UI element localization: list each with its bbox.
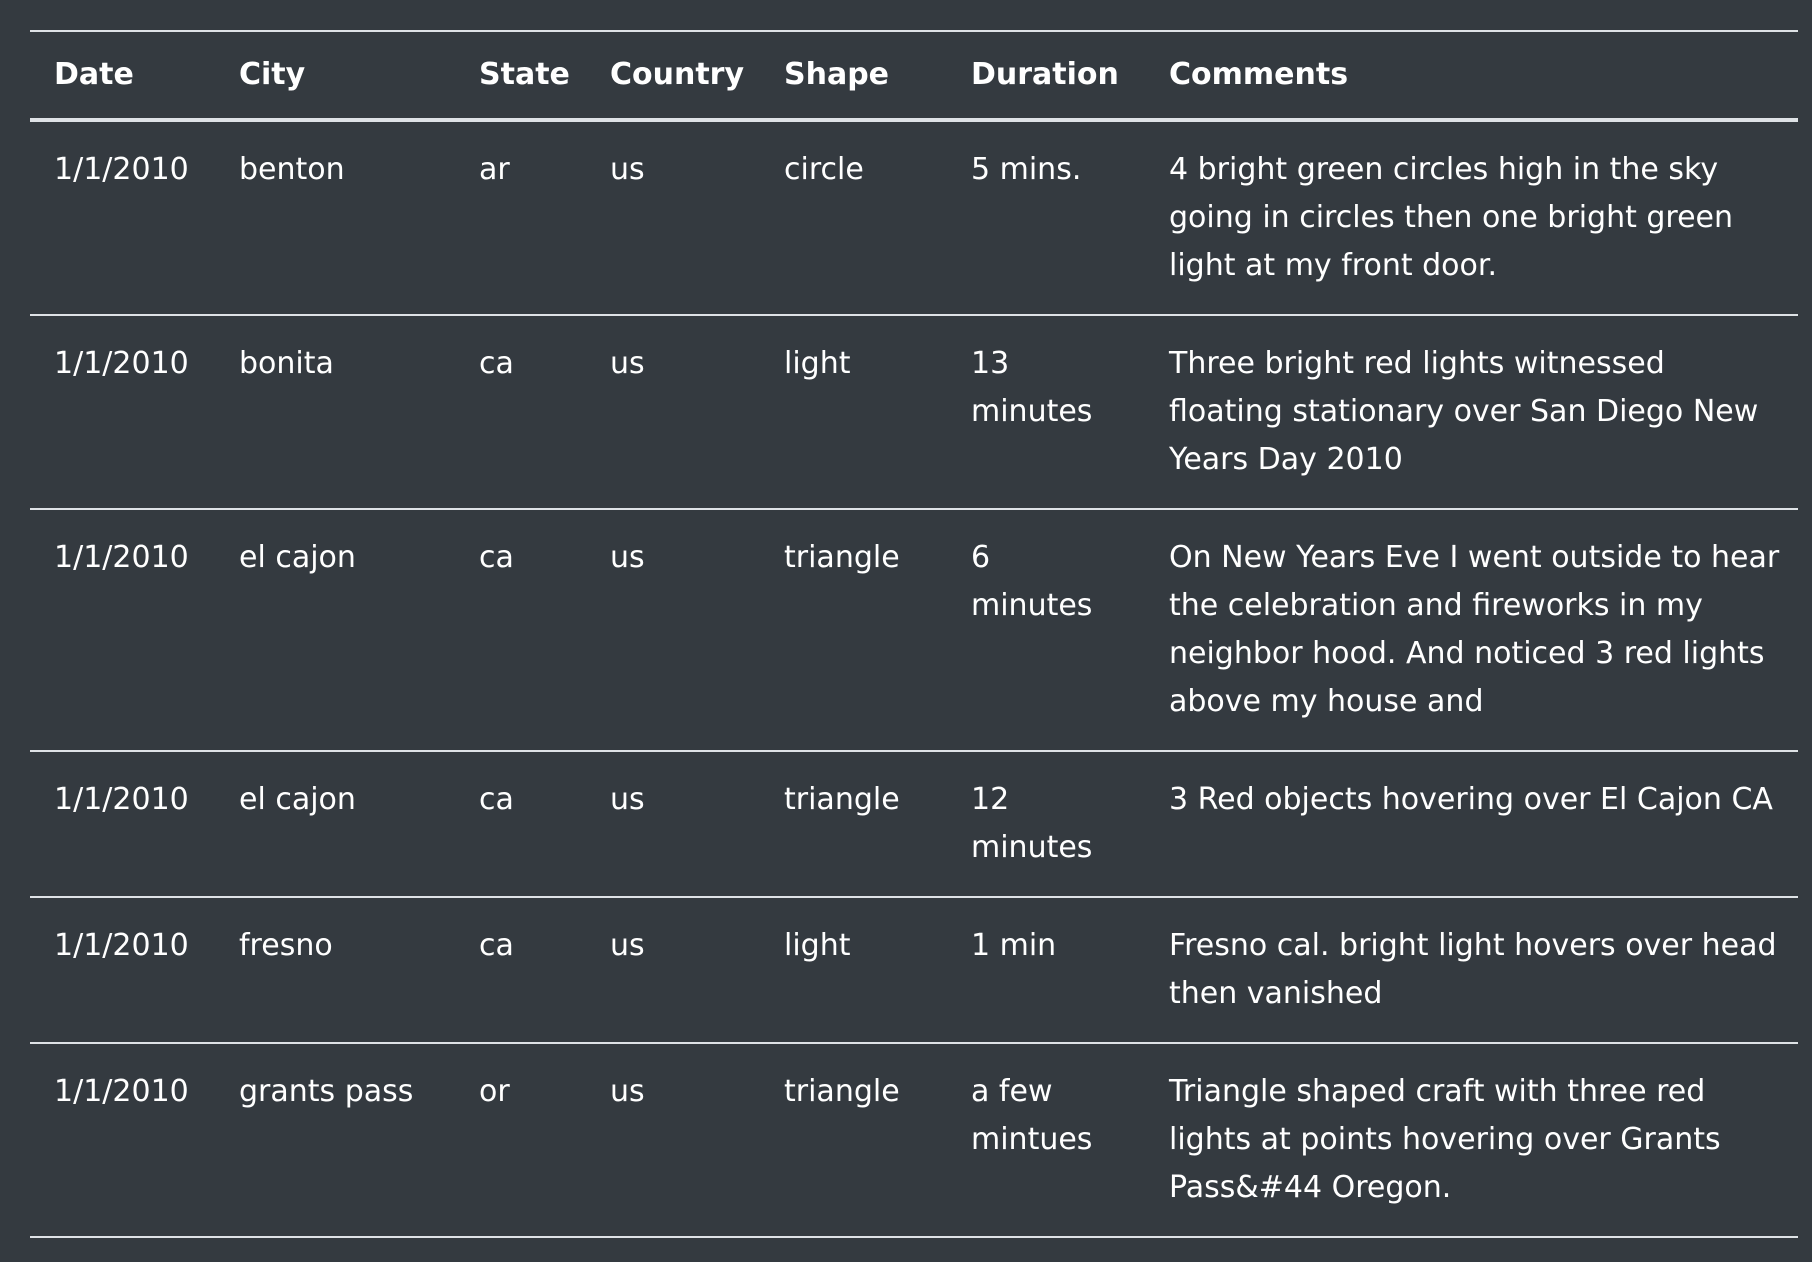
cell-city: el cajon — [239, 782, 356, 817]
table-header: Date City State Country Shape Duration C… — [30, 31, 1798, 120]
cell-state: ca — [479, 346, 514, 381]
table-row: 1/1/2010 bonita ca us light 13 minutes T… — [30, 315, 1798, 509]
cell-state: ca — [479, 782, 514, 817]
cell-country: us — [610, 152, 645, 187]
cell-city: benton — [239, 152, 345, 187]
cell-country: us — [610, 540, 645, 575]
cell-shape: triangle — [784, 1074, 900, 1109]
cell-date: 1/1/2010 — [54, 540, 189, 575]
ufo-sightings-table: Date City State Country Shape Duration C… — [30, 30, 1798, 1238]
cell-comments: Triangle shaped craft with three red lig… — [1169, 1074, 1721, 1205]
cell-city: bonita — [239, 346, 334, 381]
cell-date: 1/1/2010 — [54, 346, 189, 381]
column-header-duration: Duration — [971, 57, 1119, 92]
cell-shape: light — [784, 928, 851, 963]
table-row: 1/1/2010 grants pass or us triangle a fe… — [30, 1043, 1798, 1237]
table-row: 1/1/2010 el cajon ca us triangle 6 minut… — [30, 509, 1798, 751]
ufo-sightings-table-container: Date City State Country Shape Duration C… — [30, 30, 1798, 1238]
cell-date: 1/1/2010 — [54, 1074, 189, 1109]
column-header-shape: Shape — [784, 57, 890, 92]
cell-country: us — [610, 346, 645, 381]
cell-comments: 3 Red objects hovering over El Cajon CA — [1169, 782, 1773, 817]
cell-state: ca — [479, 928, 514, 963]
column-header-state: State — [479, 57, 570, 92]
cell-duration: 5 mins. — [971, 152, 1082, 187]
cell-city: fresno — [239, 928, 333, 963]
cell-date: 1/1/2010 — [54, 152, 189, 187]
column-header-comments: Comments — [1169, 57, 1349, 92]
cell-shape: circle — [784, 152, 864, 187]
cell-comments: Three bright red lights witnessed floati… — [1169, 346, 1759, 477]
cell-country: us — [610, 928, 645, 963]
table-row: 1/1/2010 el cajon ca us triangle 12 minu… — [30, 751, 1798, 897]
cell-shape: light — [784, 346, 851, 381]
cell-country: us — [610, 782, 645, 817]
cell-state: ar — [479, 152, 510, 187]
cell-duration: 12 minutes — [971, 782, 1093, 865]
cell-date: 1/1/2010 — [54, 928, 189, 963]
cell-comments: 4 bright green circles high in the sky g… — [1169, 152, 1734, 283]
cell-state: ca — [479, 540, 514, 575]
table-body: 1/1/2010 benton ar us circle 5 mins. 4 b… — [30, 120, 1798, 1237]
cell-duration: a few mintues — [971, 1074, 1093, 1157]
table-row: 1/1/2010 benton ar us circle 5 mins. 4 b… — [30, 120, 1798, 315]
cell-date: 1/1/2010 — [54, 782, 189, 817]
column-header-country: Country — [610, 57, 745, 92]
cell-duration: 1 min — [971, 928, 1057, 963]
cell-comments: On New Years Eve I went outside to hear … — [1169, 540, 1780, 719]
cell-shape: triangle — [784, 540, 900, 575]
column-header-city: City — [239, 57, 306, 92]
cell-city: grants pass — [239, 1074, 414, 1109]
cell-city: el cajon — [239, 540, 356, 575]
cell-country: us — [610, 1074, 645, 1109]
table-row: 1/1/2010 fresno ca us light 1 min Fresno… — [30, 897, 1798, 1043]
cell-duration: 13 minutes — [971, 346, 1093, 429]
cell-duration: 6 minutes — [971, 540, 1093, 623]
header-row: Date City State Country Shape Duration C… — [30, 31, 1798, 120]
cell-comments: Fresno cal. bright light hovers over hea… — [1169, 928, 1777, 1011]
column-header-date: Date — [54, 57, 134, 92]
cell-shape: triangle — [784, 782, 900, 817]
cell-state: or — [479, 1074, 510, 1109]
